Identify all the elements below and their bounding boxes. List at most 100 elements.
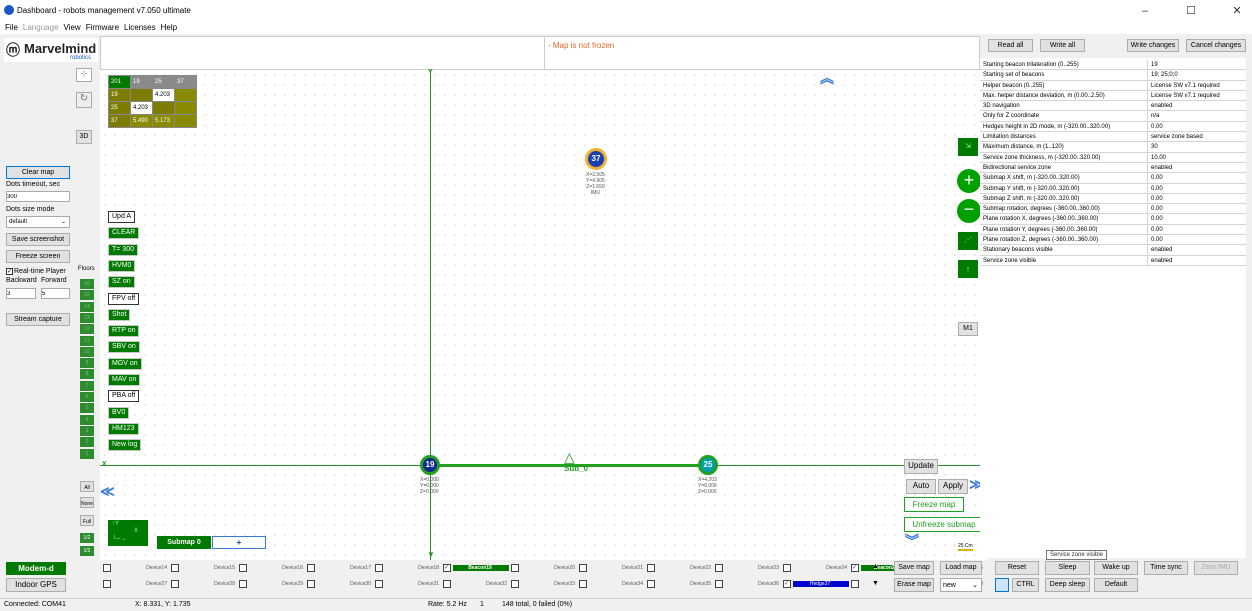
toggle-rtp-on[interactable]: RTP on <box>108 325 140 338</box>
property-value[interactable]: License SW v7.1 required <box>1148 81 1246 90</box>
device-checkbox[interactable] <box>171 580 179 588</box>
floor-16[interactable]: 16 <box>80 279 94 289</box>
row-up-icon[interactable]: ▲ <box>872 563 879 570</box>
property-row[interactable]: Starting set of beacons 19; 25;0;0 <box>980 70 1246 81</box>
device-checkbox[interactable] <box>783 564 791 572</box>
read-all-button[interactable]: Read all <box>988 39 1033 52</box>
property-row[interactable]: Submap X shift, m (-320.00..320.00) 0.00 <box>980 173 1246 184</box>
device-checkbox[interactable]: ✓ <box>783 580 791 588</box>
time-sync-button[interactable]: Time sync <box>1144 561 1188 575</box>
floor-13[interactable]: 13 <box>80 312 94 323</box>
save-screenshot-button[interactable]: Save screenshot <box>6 233 70 246</box>
property-value[interactable]: enabled <box>1148 163 1246 172</box>
floors-none-button[interactable]: None <box>80 497 94 508</box>
toggle-fpv-off[interactable]: FPV off <box>108 292 140 305</box>
dots-timeout-input[interactable] <box>6 191 70 202</box>
device-item[interactable]: ✓ Hedge37 <box>783 580 851 588</box>
device-checkbox[interactable]: ✓ <box>851 564 859 572</box>
erase-map-button[interactable]: Erase map <box>894 578 934 592</box>
device-checkbox[interactable] <box>239 564 247 572</box>
update-button[interactable]: Update <box>904 459 938 474</box>
device-item[interactable]: Device14 <box>103 564 171 572</box>
grid-icon[interactable]: ⋰ <box>958 232 978 250</box>
floor-5[interactable]: 5 <box>80 403 94 414</box>
device-checkbox[interactable] <box>511 580 519 588</box>
device-item[interactable]: Device32 <box>443 580 511 588</box>
property-value[interactable]: 0.00 <box>1148 173 1246 182</box>
menu-file[interactable]: File <box>5 22 18 34</box>
property-row[interactable]: Submap Z shift, m (-320.00..320.00) 0.00 <box>980 193 1246 205</box>
device-item[interactable]: Device22 <box>647 564 715 572</box>
property-row[interactable]: 3D navigation enabled <box>980 101 1246 112</box>
device-checkbox[interactable] <box>103 580 111 588</box>
property-row[interactable]: Hedges height in 2D mode, m (-320.00..32… <box>980 121 1246 133</box>
3d-button[interactable]: 3D <box>76 130 92 144</box>
map-canvas[interactable]: Y X X ▼ 201192537194.203254.203375.4905.… <box>100 69 988 560</box>
beacon-25[interactable]: 25 <box>698 455 718 475</box>
axes-icon[interactable]: ⊹ <box>76 68 92 82</box>
property-row[interactable]: Service zone visible enabled <box>980 255 1246 266</box>
floor-15[interactable]: 15 <box>80 290 94 301</box>
scroll-down-icon[interactable]: ︾ <box>905 534 919 548</box>
save-map-button[interactable]: Save map <box>894 561 934 575</box>
property-row[interactable]: Service zone thickness, m (-320.00..320.… <box>980 152 1246 163</box>
forward-input[interactable] <box>41 288 70 299</box>
floors-half-button-2[interactable]: 1/2 <box>80 546 94 556</box>
device-item[interactable]: Device36 <box>715 580 783 588</box>
toggle-sbv-on[interactable]: SBV on <box>108 341 140 354</box>
sleep-button[interactable]: Sleep <box>1045 561 1090 575</box>
deep-sleep-button[interactable]: Deep sleep <box>1045 578 1090 592</box>
property-value[interactable]: 0.00 <box>1148 184 1246 193</box>
write-changes-button[interactable]: Write changes <box>1127 39 1179 52</box>
floor-8[interactable]: 8 <box>80 369 94 380</box>
clear-map-button[interactable]: Clear map <box>6 166 70 179</box>
floor-7[interactable]: 7 <box>80 380 94 391</box>
cancel-changes-button[interactable]: Cancel changes <box>1186 39 1246 52</box>
fit-view-icon[interactable]: ⇲ <box>958 138 978 156</box>
freeze-screen-button[interactable]: Freeze screen <box>6 250 70 263</box>
property-value[interactable]: enabled <box>1148 101 1246 110</box>
property-value[interactable]: n/a <box>1148 111 1246 120</box>
modem-button[interactable]: Modem-d <box>6 562 66 575</box>
property-row[interactable]: Maximum distance, m (1..120) 30 <box>980 142 1246 153</box>
device-item[interactable]: Device20 <box>511 564 579 572</box>
menu-view[interactable]: View <box>63 22 80 34</box>
property-value[interactable]: 0.00 <box>1148 214 1246 223</box>
property-row[interactable]: Max. helper distance deviation, m (0.00.… <box>980 90 1246 102</box>
device-item[interactable]: Device24 <box>783 564 851 572</box>
toggle-upd-a[interactable]: Upd A <box>108 211 136 223</box>
device-item[interactable]: Device27 <box>103 580 171 588</box>
toggle-bv0[interactable]: BV0 <box>108 406 130 419</box>
device-checkbox[interactable] <box>171 564 179 572</box>
toggle-mav-on[interactable]: MAV on <box>108 374 141 386</box>
device-item[interactable]: Device16 <box>239 564 307 572</box>
device-item[interactable]: Device35 <box>647 580 715 588</box>
device-checkbox[interactable] <box>647 580 655 588</box>
device-checkbox[interactable] <box>647 564 655 572</box>
property-value[interactable]: 0.00 <box>1148 122 1246 131</box>
property-row[interactable]: Helper beacon (0..255) License SW v7.1 re… <box>980 80 1246 91</box>
scroll-up-icon[interactable]: ︽ <box>820 71 834 85</box>
property-value[interactable]: 19 <box>1148 60 1246 69</box>
device-item[interactable]: Device18 <box>375 564 443 572</box>
property-value[interactable]: 19; 25;0;0 <box>1148 70 1246 79</box>
stream-capture-button[interactable]: Stream capture <box>6 313 70 326</box>
floor-6[interactable]: 6 <box>80 392 94 402</box>
toggle-new-log[interactable]: New log <box>108 439 142 452</box>
add-submap-button[interactable]: + <box>212 536 266 549</box>
backward-input[interactable] <box>6 288 36 299</box>
zoom-out-icon[interactable]: − <box>957 199 981 223</box>
load-map-button[interactable]: Load map <box>940 561 982 575</box>
minimize-button[interactable]: – <box>1130 0 1160 22</box>
property-row[interactable]: Limitation distances service zone based <box>980 132 1246 143</box>
indoor-gps-button[interactable]: Indoor GPS <box>6 578 66 592</box>
rotate-icon[interactable]: ↻ <box>76 92 92 108</box>
device-checkbox[interactable] <box>307 564 315 572</box>
device-checkbox[interactable] <box>443 580 451 588</box>
property-value[interactable]: 0.00 <box>1148 235 1246 244</box>
row-down-icon[interactable]: ▼ <box>872 580 879 587</box>
floor-1[interactable]: 1 <box>80 448 94 459</box>
property-row[interactable]: Stationary beacons visible enabled <box>980 245 1246 256</box>
property-row[interactable]: Plane rotation Y, degrees (-360.00..360.… <box>980 224 1246 236</box>
floor-11[interactable]: 11 <box>80 335 94 346</box>
